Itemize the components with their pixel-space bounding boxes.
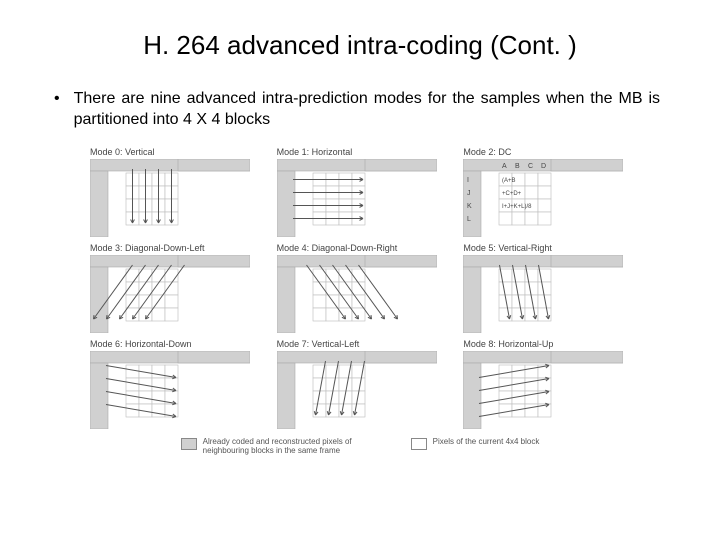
mode-label: Mode 6: Horizontal-Down [90, 339, 257, 349]
mode-3: Mode 3: Diagonal-Down-Left [90, 243, 257, 333]
mode-diagram [90, 159, 250, 237]
mode-label: Mode 5: Vertical-Right [463, 243, 630, 253]
legend-swatch-gray [181, 438, 197, 450]
mode-label: Mode 1: Horizontal [277, 147, 444, 157]
legend-swatch-white [411, 438, 427, 450]
mode-label: Mode 0: Vertical [90, 147, 257, 157]
mode-label: Mode 7: Vertical-Left [277, 339, 444, 349]
svg-text:I+J+K+L)/8: I+J+K+L)/8 [502, 204, 532, 210]
legend-coded: Already coded and reconstructed pixels o… [181, 437, 381, 455]
mode-label: Mode 2: DC [463, 147, 630, 157]
mode-8: Mode 8: Horizontal-Up [463, 339, 630, 429]
svg-text:L: L [467, 216, 471, 223]
bullet-item: • There are nine advanced intra-predicti… [50, 89, 660, 131]
svg-text:+C+D+: +C+D+ [502, 191, 522, 197]
mode-diagram [277, 255, 437, 333]
mode-diagram [90, 255, 250, 333]
svg-text:(A+B: (A+B [502, 178, 516, 184]
mode-0: Mode 0: Vertical [90, 147, 257, 237]
svg-text:J: J [467, 190, 471, 197]
svg-text:B: B [515, 163, 520, 170]
slide-title: H. 264 advanced intra-coding (Cont. ) [50, 30, 670, 61]
mode-1: Mode 1: Horizontal [277, 147, 444, 237]
slide: H. 264 advanced intra-coding (Cont. ) • … [0, 0, 720, 475]
mode-diagram [463, 351, 623, 429]
svg-text:K: K [467, 203, 472, 210]
legend: Already coded and reconstructed pixels o… [90, 437, 630, 455]
mode-7: Mode 7: Vertical-Left [277, 339, 444, 429]
mode-label: Mode 3: Diagonal-Down-Left [90, 243, 257, 253]
svg-text:C: C [528, 163, 533, 170]
mode-label: Mode 4: Diagonal-Down-Right [277, 243, 444, 253]
legend-coded-label: Already coded and reconstructed pixels o… [203, 437, 381, 455]
mode-4: Mode 4: Diagonal-Down-Right [277, 243, 444, 333]
mode-diagram [90, 351, 250, 429]
legend-current-label: Pixels of the current 4x4 block [433, 437, 540, 446]
mode-2: Mode 2: DC A B C D IJKL (A+B +C+D+ I+J+K+L)/8 [463, 147, 630, 237]
svg-text:D: D [541, 163, 546, 170]
legend-current: Pixels of the current 4x4 block [411, 437, 540, 455]
mode-label: Mode 8: Horizontal-Up [463, 339, 630, 349]
mode-diagram [463, 255, 623, 333]
mode-diagram: A B C D IJKL (A+B +C+D+ I+J+K+L)/8 [463, 159, 623, 237]
mode-5: Mode 5: Vertical-Right [463, 243, 630, 333]
mode-diagram [277, 351, 437, 429]
svg-text:I: I [467, 177, 469, 184]
bullet-dot-icon: • [54, 89, 60, 110]
svg-text:A: A [502, 163, 507, 170]
mode-diagram [277, 159, 437, 237]
mode-6: Mode 6: Horizontal-Down [90, 339, 257, 429]
bullet-text: There are nine advanced intra-prediction… [74, 89, 660, 131]
modes-figure: Mode 0: Vertical Mode 1: Horizontal Mode 2… [90, 147, 630, 455]
